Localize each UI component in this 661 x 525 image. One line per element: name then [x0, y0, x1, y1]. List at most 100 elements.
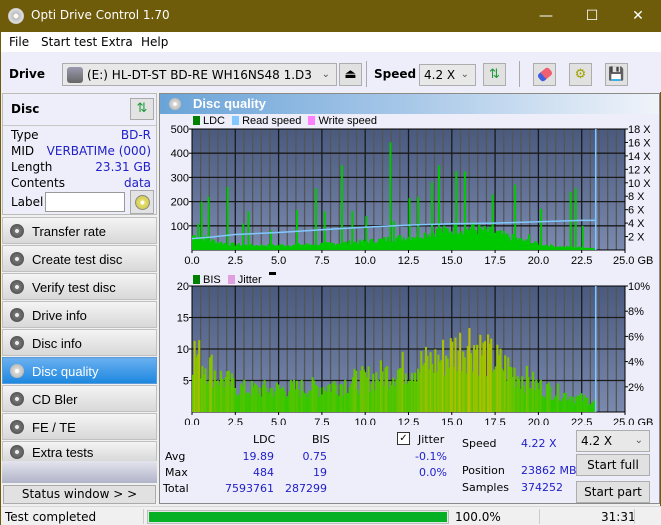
nav-disc-info[interactable]: Disc info — [2, 329, 157, 356]
menu-extra[interactable]: Extra — [101, 35, 133, 49]
x-tick-label: 0.0 — [184, 417, 199, 425]
y-tick-label: 10 — [177, 344, 189, 356]
refresh-button[interactable]: ⇅ — [483, 63, 506, 86]
menu-start-test[interactable]: Start test — [41, 35, 97, 49]
verify-disc-icon — [10, 280, 24, 294]
nav-verify-test-disc[interactable]: Verify test disc — [2, 273, 157, 300]
divider — [3, 125, 156, 126]
x-tick-label: 25.0 GB — [613, 255, 653, 267]
save-icon: 💾 — [608, 67, 625, 82]
ldc-spike — [437, 165, 440, 250]
erase-button[interactable] — [533, 63, 556, 86]
jitter-label: Jitter — [418, 433, 445, 446]
status-window-button[interactable]: Status window > > — [3, 485, 156, 504]
progress-bar — [147, 510, 449, 524]
ldc-spike — [574, 188, 577, 250]
x-tick-label: 17.5 — [484, 255, 505, 267]
menu-bar: File Start test Extra Help — [1, 32, 661, 52]
disc-header: Disc — [11, 102, 40, 116]
y-tick-label: 5 — [183, 376, 189, 388]
fe-te-icon — [10, 420, 24, 434]
test-speed-select[interactable]: 4.2 X ⌄ — [576, 430, 650, 452]
stats-max-bis: 19 — [313, 466, 327, 479]
ldc-spike — [581, 225, 584, 250]
drive-info-icon — [10, 308, 24, 322]
ldc-spike — [207, 196, 210, 250]
menu-file[interactable]: File — [9, 35, 29, 49]
ldc-spike — [295, 210, 298, 250]
eraser-icon — [536, 66, 553, 83]
x-tick-label: 15.0 — [441, 255, 462, 267]
menu-help[interactable]: Help — [141, 35, 168, 49]
save-button[interactable]: 💾 — [605, 63, 628, 86]
disc-length-value: 23.31 GB — [95, 160, 151, 174]
y-right-tick-label: 8 X — [628, 191, 645, 203]
stats-col-bis: BIS — [312, 433, 330, 446]
ldc-spike — [455, 171, 458, 250]
nav-create-test-disc[interactable]: Create test disc — [2, 245, 157, 272]
x-tick-label: 2.5 — [228, 255, 243, 267]
status-separator — [143, 509, 144, 524]
stats-col-ldc: LDC — [253, 433, 276, 446]
settings-button[interactable]: ⚙ — [569, 63, 592, 86]
y-right-tick-label: 10% — [628, 281, 650, 293]
elapsed-time: 31:31 — [601, 510, 636, 524]
disc-label-button[interactable] — [130, 190, 154, 214]
toolbar-separator — [366, 61, 367, 87]
nav-label: Drive info — [32, 308, 87, 323]
y-tick-label: 200 — [171, 197, 189, 209]
ldc-spike — [365, 216, 368, 250]
speed-select[interactable]: 4.2 X ⌄ — [419, 64, 476, 86]
drive-label: Drive — [9, 67, 45, 81]
nav-transfer-rate[interactable]: Transfer rate — [2, 217, 157, 244]
samples-value: 374252 — [521, 481, 563, 494]
nav-label: Disc quality — [32, 364, 99, 379]
x-tick-label: 7.5 — [314, 417, 329, 425]
nav-label: Transfer rate — [32, 224, 106, 239]
eject-icon: ⏏ — [344, 67, 357, 82]
disc-type-value: BD-R — [120, 128, 151, 142]
ldc-spike — [463, 171, 466, 250]
x-tick-label: 25.0 GB — [613, 417, 653, 425]
samples-label: Samples — [462, 481, 509, 494]
disc-refresh-button[interactable]: ⇅ — [130, 98, 154, 120]
disc-quality-icon — [10, 364, 24, 378]
stats-avg-label: Avg — [165, 450, 186, 463]
nav-fe-te[interactable]: FE / TE — [2, 413, 157, 440]
minimize-button[interactable]: — — [523, 1, 569, 32]
disc-type-key: Type — [11, 128, 39, 142]
nav-cd-bler[interactable]: CD Bler — [2, 385, 157, 412]
disc-contents-key: Contents — [11, 176, 65, 190]
x-tick-label: 7.5 — [314, 255, 329, 267]
x-tick-label: 20.0 — [528, 255, 549, 267]
maximize-button[interactable]: ☐ — [569, 1, 615, 32]
title-bar: Opti Drive Control 1.70 — ☐ ✕ — [1, 1, 661, 32]
eject-button[interactable]: ⏏ — [339, 63, 362, 86]
x-tick-label: 5.0 — [271, 255, 286, 267]
disc-label-input[interactable] — [45, 192, 125, 212]
nav-disc-quality[interactable]: Disc quality — [2, 357, 157, 384]
disc-quality-icon — [169, 98, 181, 110]
speed-value: 4.22 X — [521, 437, 557, 450]
drive-select[interactable]: (E:) HL-DT-ST BD-RE WH16NS48 1.D3 ⌄ — [62, 63, 337, 86]
x-tick-label: 10.0 — [354, 417, 375, 425]
y-tick-label: 300 — [171, 172, 189, 184]
sidebar: Disc ⇅ Type BD-R MID VERBATIMe (000) Len… — [1, 92, 158, 505]
nav-extra-tests[interactable]: Extra tests — [2, 441, 157, 462]
close-button[interactable]: ✕ — [615, 1, 661, 32]
x-tick-label: 2.5 — [228, 417, 243, 425]
y-right-tick-label: 14 X — [628, 151, 651, 163]
y-right-tick-label: 2% — [628, 382, 644, 394]
jitter-checkbox[interactable]: ✓ — [397, 432, 410, 445]
y-right-tick-label: 10 X — [628, 178, 651, 190]
nav-label: Extra tests — [32, 445, 94, 460]
y-right-tick-label: 6% — [628, 331, 644, 343]
app-disc-icon — [8, 8, 24, 24]
jitter-max: 0.0% — [419, 466, 447, 479]
nav-drive-info[interactable]: Drive info — [2, 301, 157, 328]
start-full-button[interactable]: Start full — [576, 454, 650, 476]
nav-label: Verify test disc — [32, 280, 116, 295]
start-part-button[interactable]: Start part — [576, 481, 650, 503]
position-value: 23862 MB — [521, 464, 577, 477]
extra-tests-icon — [10, 445, 24, 459]
